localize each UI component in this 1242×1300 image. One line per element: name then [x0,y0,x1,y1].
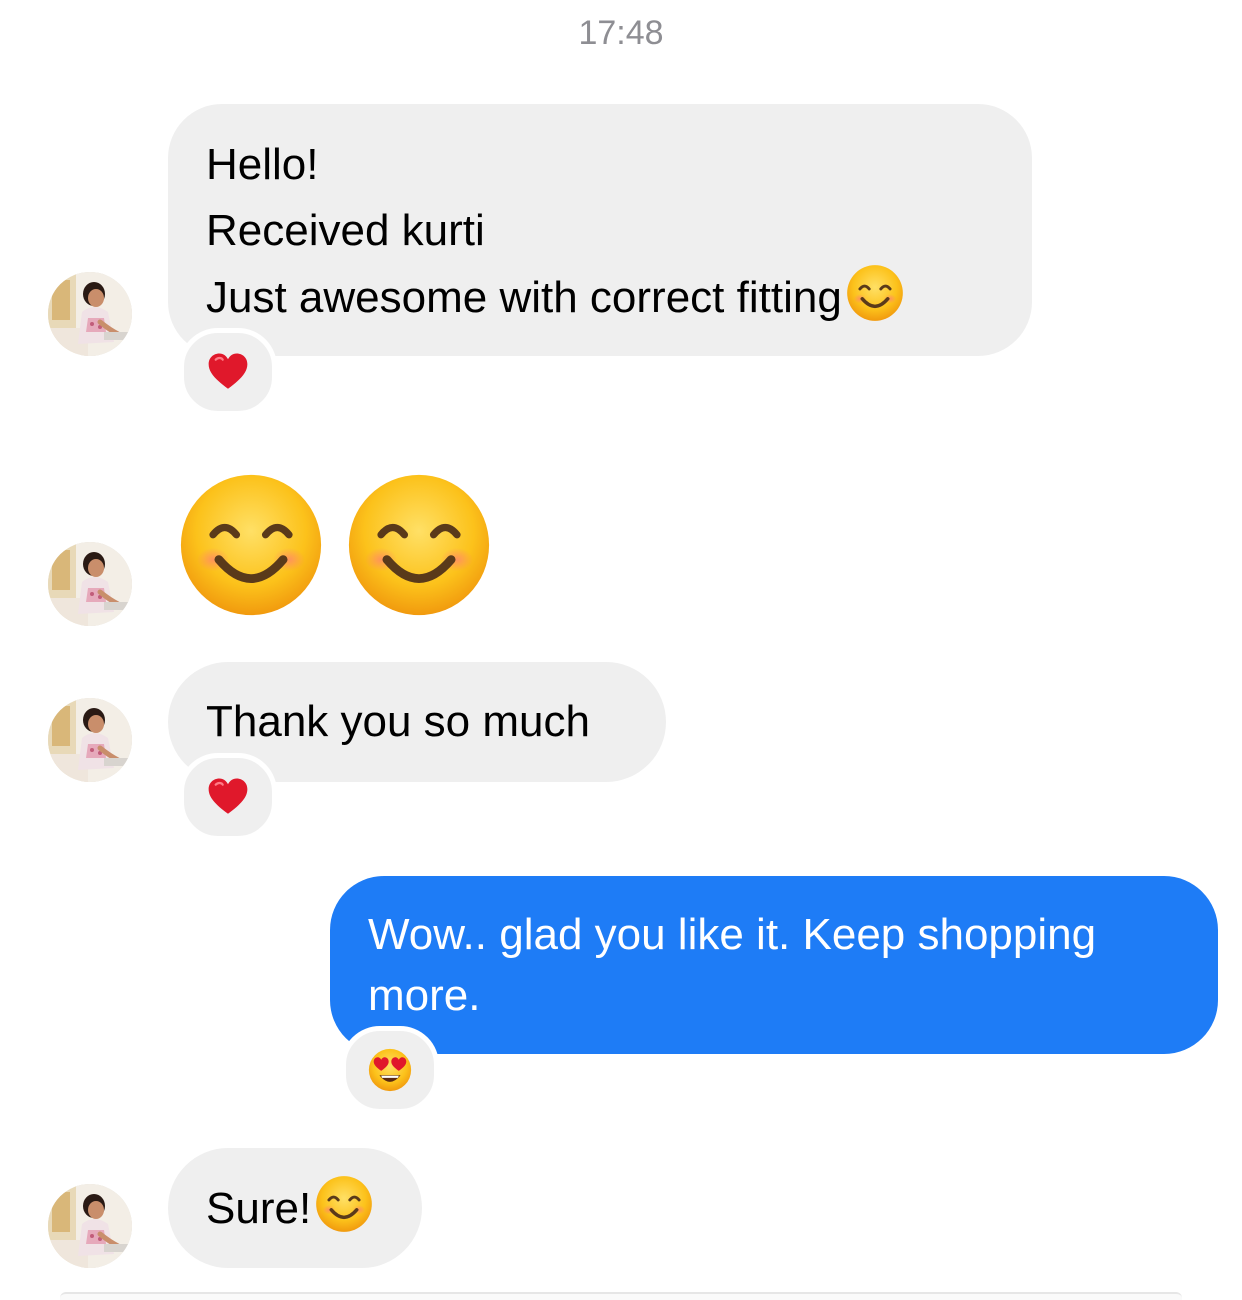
message-text-line: Thank you so much [206,697,590,746]
avatar[interactable] [48,542,132,626]
heart-eyes-icon [368,1048,412,1092]
avatar-photo [48,542,132,626]
smiling-face-icon [846,264,904,322]
message-text-line: Received kurti [206,206,485,255]
message-text-line: Sure! [206,1184,312,1233]
message-reaction[interactable] [179,328,277,416]
message-timestamp: 17:48 [578,14,664,52]
smiling-face-icon[interactable] [178,472,324,618]
bottom-card-edge [60,1292,1182,1300]
heart-icon [206,775,250,819]
message-text-line: Hello! [206,140,319,189]
incoming-message-bubble[interactable]: Sure! [168,1148,422,1268]
avatar[interactable] [48,272,132,356]
message-reaction[interactable] [179,753,277,841]
avatar-photo [48,1184,132,1268]
message-reaction[interactable] [341,1026,439,1114]
heart-icon [206,350,250,394]
message-text-line-wrapper: Sure! [206,1175,402,1242]
avatar[interactable] [48,698,132,782]
avatar[interactable] [48,1184,132,1268]
smiling-face-icon[interactable] [346,472,492,618]
smiling-face-icon [315,1175,373,1233]
message-text-line-wrapper: Just awesome with correct fitting [206,264,996,331]
outgoing-message-bubble[interactable]: Wow.. glad you like it. Keep shopping mo… [330,876,1218,1054]
avatar-photo [48,698,132,782]
message-text-line: Just awesome with correct fitting [206,273,842,322]
message-text-line: Wow.. glad you like it. Keep shopping [368,910,1097,959]
avatar-photo [48,272,132,356]
incoming-message-bubble[interactable]: Hello! Received kurti Just awesome with … [168,104,1032,356]
message-text-line: more. [368,971,481,1020]
